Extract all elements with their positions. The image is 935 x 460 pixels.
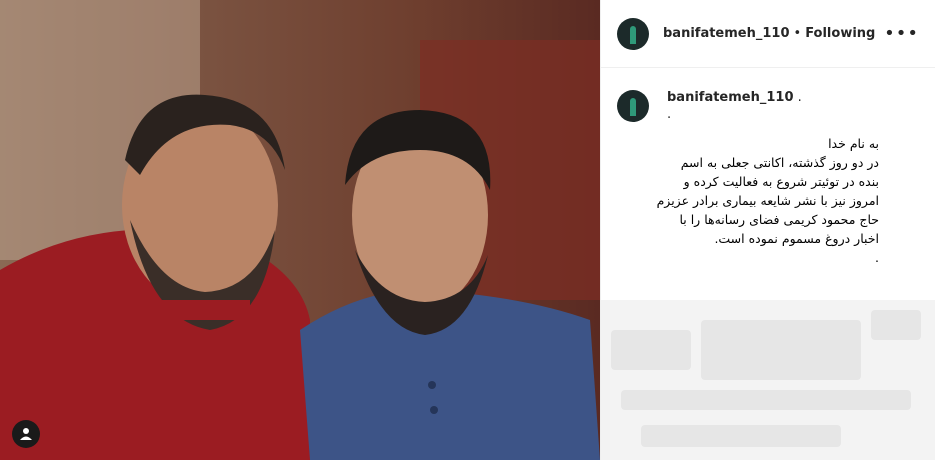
post-photo[interactable] xyxy=(0,0,600,460)
following-button[interactable]: Following xyxy=(805,26,875,41)
user-tag-icon xyxy=(20,428,32,440)
caption-tail: . xyxy=(797,90,802,105)
caption-line: . xyxy=(875,250,879,265)
caption-line: بنده در توئیتر شروع به فعالیت کرده و xyxy=(683,174,879,189)
caption-line: امروز نیز با نشر شایعه بیماری برادر عزیز… xyxy=(656,193,879,208)
caption-line: حاج محمود کریمی فضای رسانه‌ها را با xyxy=(679,212,879,227)
caption-line: در دو روز گذشته، اکانتی جعلی به اسم xyxy=(680,155,879,170)
header-username[interactable]: banifatemeh_110 xyxy=(663,26,790,41)
post-sidebar: banifatemeh_110 • Following ••• banifate… xyxy=(600,0,935,460)
blurred-comments-area xyxy=(601,300,935,460)
caption-line: اخبار دروغ مسموم نموده است. xyxy=(714,231,879,246)
caption-line0: . xyxy=(667,107,672,122)
post-image xyxy=(0,0,600,460)
more-options-icon[interactable]: ••• xyxy=(884,24,919,43)
instagram-post: banifatemeh_110 • Following ••• banifate… xyxy=(0,0,935,460)
avatar[interactable] xyxy=(617,17,649,50)
caption-body: banifatemeh_110 . . xyxy=(667,90,919,122)
post-header: banifatemeh_110 • Following ••• xyxy=(601,0,935,68)
caption: banifatemeh_110 . . xyxy=(601,68,935,122)
caption-avatar[interactable] xyxy=(617,90,649,122)
caption-line: به نام خدا xyxy=(828,136,879,151)
separator-dot: • xyxy=(793,26,802,41)
caption-text: به نام خدا در دو روز گذشته، اکانتی جعلی … xyxy=(601,134,935,267)
caption-username[interactable]: banifatemeh_110 xyxy=(667,90,794,105)
tagged-users-button[interactable] xyxy=(12,420,40,448)
